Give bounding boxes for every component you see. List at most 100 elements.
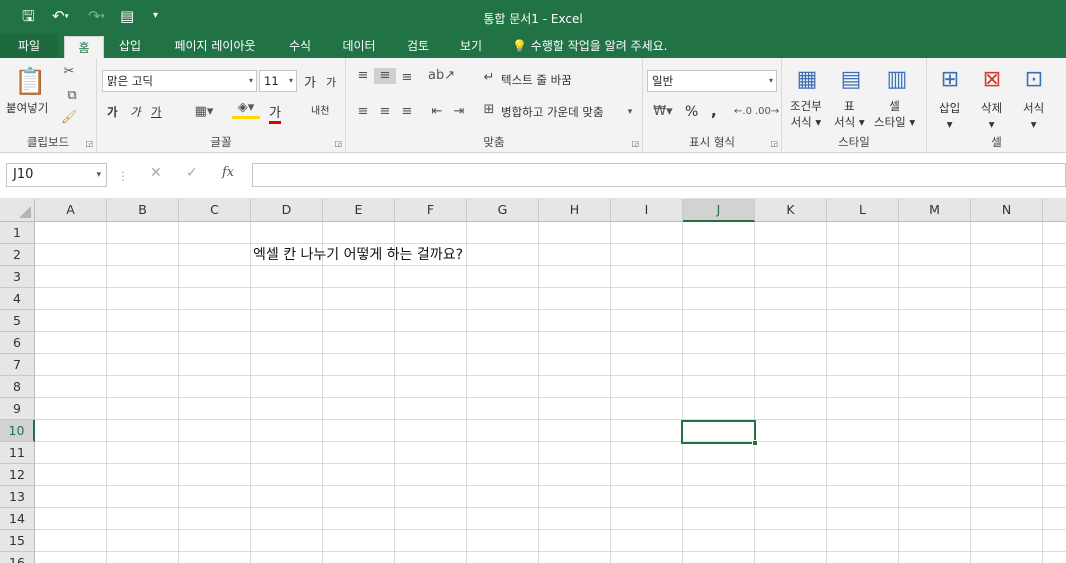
column-header-i[interactable]: I	[611, 199, 683, 222]
align-middle-icon[interactable]: ≡	[374, 68, 396, 84]
tab-review[interactable]: 검토	[398, 34, 438, 58]
copy-icon[interactable]: ⧉	[60, 88, 84, 104]
row-header-2[interactable]: 2	[0, 244, 35, 266]
merge-center-icon[interactable]: ⊞	[481, 102, 497, 118]
row-header-1[interactable]: 1	[0, 222, 35, 244]
tab-home[interactable]: 홈	[64, 36, 104, 58]
column-header-d[interactable]: D	[251, 199, 323, 222]
row-header-7[interactable]: 7	[0, 354, 35, 376]
merge-center-button[interactable]: 병합하고 가운데 맞춤	[501, 104, 604, 120]
column-header-k[interactable]: K	[755, 199, 827, 222]
format-cells-icon[interactable]: ⊡	[1021, 66, 1047, 94]
font-color-button[interactable]: 가	[269, 102, 281, 124]
align-center-icon[interactable]: ≡	[374, 104, 396, 120]
row-header-12[interactable]: 12	[0, 464, 35, 486]
row-header-5[interactable]: 5	[0, 310, 35, 332]
format-as-table-icon[interactable]: ▤	[838, 66, 864, 94]
italic-button[interactable]: 가	[130, 104, 141, 120]
insert-cells-icon[interactable]: ⊞	[937, 66, 963, 94]
align-bottom-icon[interactable]: ≡	[398, 70, 416, 86]
align-left-icon[interactable]: ≡	[354, 104, 372, 120]
row-header-14[interactable]: 14	[0, 508, 35, 530]
formula-input[interactable]	[252, 163, 1066, 187]
column-header-l[interactable]: L	[827, 199, 899, 222]
row-header-13[interactable]: 13	[0, 486, 35, 508]
tab-formulas[interactable]: 수식	[280, 34, 320, 58]
row-header-16[interactable]: 16	[0, 552, 35, 563]
conditional-format-icon[interactable]: ▦	[794, 66, 820, 94]
tab-view[interactable]: 보기	[451, 34, 491, 58]
column-header-c[interactable]: C	[179, 199, 251, 222]
underline-button[interactable]: 가	[151, 104, 162, 120]
chevron-down-icon[interactable]: ▾	[624, 104, 636, 120]
percent-button[interactable]: %	[685, 104, 698, 120]
column-header-m[interactable]: M	[899, 199, 971, 222]
number-format-dropdown[interactable]: 일반 ▾	[647, 70, 777, 92]
bold-button[interactable]: 가	[107, 104, 118, 120]
formula-bar-splitter-icon[interactable]: ⋮	[117, 169, 129, 183]
cut-icon[interactable]: ✂	[60, 64, 78, 80]
delete-cells-icon[interactable]: ⊠	[979, 66, 1005, 94]
wrap-text-button[interactable]: 텍스트 줄 바꿈	[501, 72, 572, 88]
borders-icon[interactable]: ▦▾	[190, 104, 218, 120]
format-painter-icon[interactable]: 🖌	[60, 110, 78, 126]
wrap-text-icon[interactable]: ↵	[481, 70, 497, 86]
column-header-h[interactable]: H	[539, 199, 611, 222]
row-header-15[interactable]: 15	[0, 530, 35, 552]
row-header-9[interactable]: 9	[0, 398, 35, 420]
column-header-b[interactable]: B	[107, 199, 179, 222]
insert-cells-button[interactable]: 삽입 ▾	[939, 100, 960, 132]
fill-color-icon[interactable]: ◈▾	[232, 100, 260, 119]
tab-file[interactable]: 파일	[0, 34, 58, 58]
clipboard-launcher-icon[interactable]: ◲	[85, 139, 93, 148]
cell-d2[interactable]: 엑셀 칸 나누기 어떻게 하는 걸까요?	[253, 244, 463, 266]
font-launcher-icon[interactable]: ◲	[334, 139, 342, 148]
font-name-dropdown[interactable]: 맑은 고딕 ▾	[102, 70, 257, 92]
column-header-e[interactable]: E	[323, 199, 395, 222]
decrease-indent-icon[interactable]: ⇤	[428, 104, 446, 120]
select-all-button[interactable]	[0, 199, 35, 222]
comma-button[interactable]: ,	[711, 102, 717, 120]
align-top-icon[interactable]: ≡	[354, 68, 372, 84]
row-header-3[interactable]: 3	[0, 266, 35, 288]
format-cells-button[interactable]: 서식 ▾	[1023, 100, 1044, 132]
currency-icon[interactable]: ₩▾	[649, 104, 677, 120]
column-header-g[interactable]: G	[467, 199, 539, 222]
conditional-format-button[interactable]: 조건부 서식 ▾	[790, 98, 822, 130]
format-as-table-button[interactable]: 표 서식 ▾	[834, 98, 865, 130]
number-launcher-icon[interactable]: ◲	[770, 139, 778, 148]
cancel-icon[interactable]: ✕	[150, 165, 162, 181]
row-header-11[interactable]: 11	[0, 442, 35, 464]
shrink-font-button[interactable]: 가	[326, 74, 336, 90]
grow-font-button[interactable]: 가	[304, 72, 316, 91]
delete-cells-button[interactable]: 삭제 ▾	[981, 100, 1002, 132]
column-header-a[interactable]: A	[35, 199, 107, 222]
increase-indent-icon[interactable]: ⇥	[450, 104, 468, 120]
phonetic-button[interactable]: 내천	[311, 102, 329, 117]
orientation-icon[interactable]: ab↗	[428, 68, 455, 84]
paste-icon[interactable]: 📋	[14, 66, 46, 98]
align-right-icon[interactable]: ≡	[398, 104, 416, 120]
row-header-4[interactable]: 4	[0, 288, 35, 310]
tab-data[interactable]: 데이터	[335, 34, 383, 58]
name-box[interactable]: J10 ▾	[6, 163, 107, 187]
decrease-decimal-icon[interactable]: .00→	[755, 104, 779, 120]
alignment-launcher-icon[interactable]: ◲	[631, 139, 639, 148]
column-header-f[interactable]: F	[395, 199, 467, 222]
cell-styles-button[interactable]: 셀 스타일 ▾	[874, 98, 915, 130]
column-header-j[interactable]: J	[683, 199, 755, 222]
column-header-n[interactable]: N	[971, 199, 1043, 222]
tell-me-box[interactable]: 💡 수행할 작업을 알려 주세요.	[512, 34, 667, 58]
fill-handle[interactable]	[752, 440, 758, 446]
tab-page-layout[interactable]: 페이지 레이아웃	[162, 34, 268, 58]
selected-cell-j10[interactable]	[681, 420, 758, 446]
row-header-6[interactable]: 6	[0, 332, 35, 354]
worksheet-grid[interactable]: ABCDEFGHIJKLMN 1 2 3 4 5 6 7 8 9 10 11 12 13 14 15 16 엑…	[0, 199, 1066, 563]
row-header-8[interactable]: 8	[0, 376, 35, 398]
font-size-dropdown[interactable]: 11 ▾	[259, 70, 297, 92]
row-header-10[interactable]: 10	[0, 420, 35, 442]
increase-decimal-icon[interactable]: ←.0	[733, 104, 753, 120]
insert-function-icon[interactable]: fx	[222, 165, 234, 180]
paste-button[interactable]: 붙여넣기	[6, 100, 48, 116]
tab-insert[interactable]: 삽입	[110, 34, 150, 58]
